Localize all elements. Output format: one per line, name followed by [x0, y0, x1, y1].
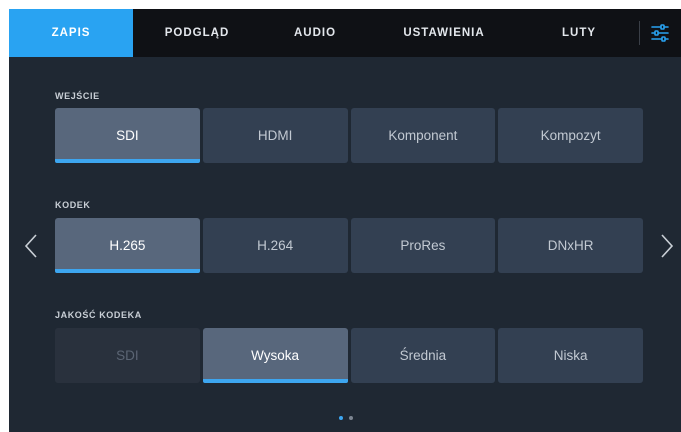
codec-option-prores[interactable]: ProRes	[350, 218, 496, 273]
tab-ustawienia[interactable]: USTAWIENIA	[369, 9, 519, 57]
tab-podglad[interactable]: PODGLĄD	[133, 9, 261, 57]
tab-luty[interactable]: LUTY	[519, 9, 639, 57]
settings-button[interactable]	[640, 9, 680, 57]
codec-option-h264[interactable]: H.264	[202, 218, 348, 273]
page-dot-1	[339, 416, 343, 420]
codec-section-label: KODEK	[55, 200, 91, 210]
page-indicator	[339, 416, 353, 420]
chevron-left-icon	[24, 234, 37, 258]
input-option-hdmi[interactable]: HDMI	[202, 108, 348, 163]
input-option-komponent[interactable]: Komponent	[350, 108, 496, 163]
quality-option-wysoka[interactable]: Wysoka	[202, 328, 348, 383]
sliders-icon	[651, 24, 669, 42]
codec-option-h265[interactable]: H.265	[55, 218, 200, 273]
quality-selector: SDI Wysoka Średnia Niska	[55, 328, 643, 383]
quality-section-label: JAKOŚĆ KODEKA	[55, 310, 142, 320]
chevron-right-icon	[661, 234, 674, 258]
input-section-label: WEJŚCIE	[55, 91, 100, 101]
codec-option-dnxhr[interactable]: DNxHR	[498, 218, 643, 273]
input-option-sdi[interactable]: SDI	[55, 108, 200, 163]
tab-audio[interactable]: AUDIO	[261, 9, 369, 57]
tab-zapis[interactable]: ZAPIS	[9, 9, 133, 57]
quality-option-srednia[interactable]: Średnia	[350, 328, 496, 383]
previous-page-button[interactable]	[21, 231, 41, 261]
tab-bar: ZAPIS PODGLĄD AUDIO USTAWIENIA LUTY	[9, 9, 681, 57]
input-selector: SDI HDMI Komponent Kompozyt	[55, 108, 643, 163]
codec-selector: H.265 H.264 ProRes DNxHR	[55, 218, 643, 273]
record-settings-screen: ZAPIS PODGLĄD AUDIO USTAWIENIA LUTY WEJŚ…	[9, 9, 681, 432]
next-page-button[interactable]	[657, 231, 677, 261]
input-option-kompozyt[interactable]: Kompozyt	[498, 108, 643, 163]
page-dot-2	[349, 416, 353, 420]
quality-option-niska[interactable]: Niska	[498, 328, 643, 383]
quality-option-sdi: SDI	[55, 328, 200, 383]
